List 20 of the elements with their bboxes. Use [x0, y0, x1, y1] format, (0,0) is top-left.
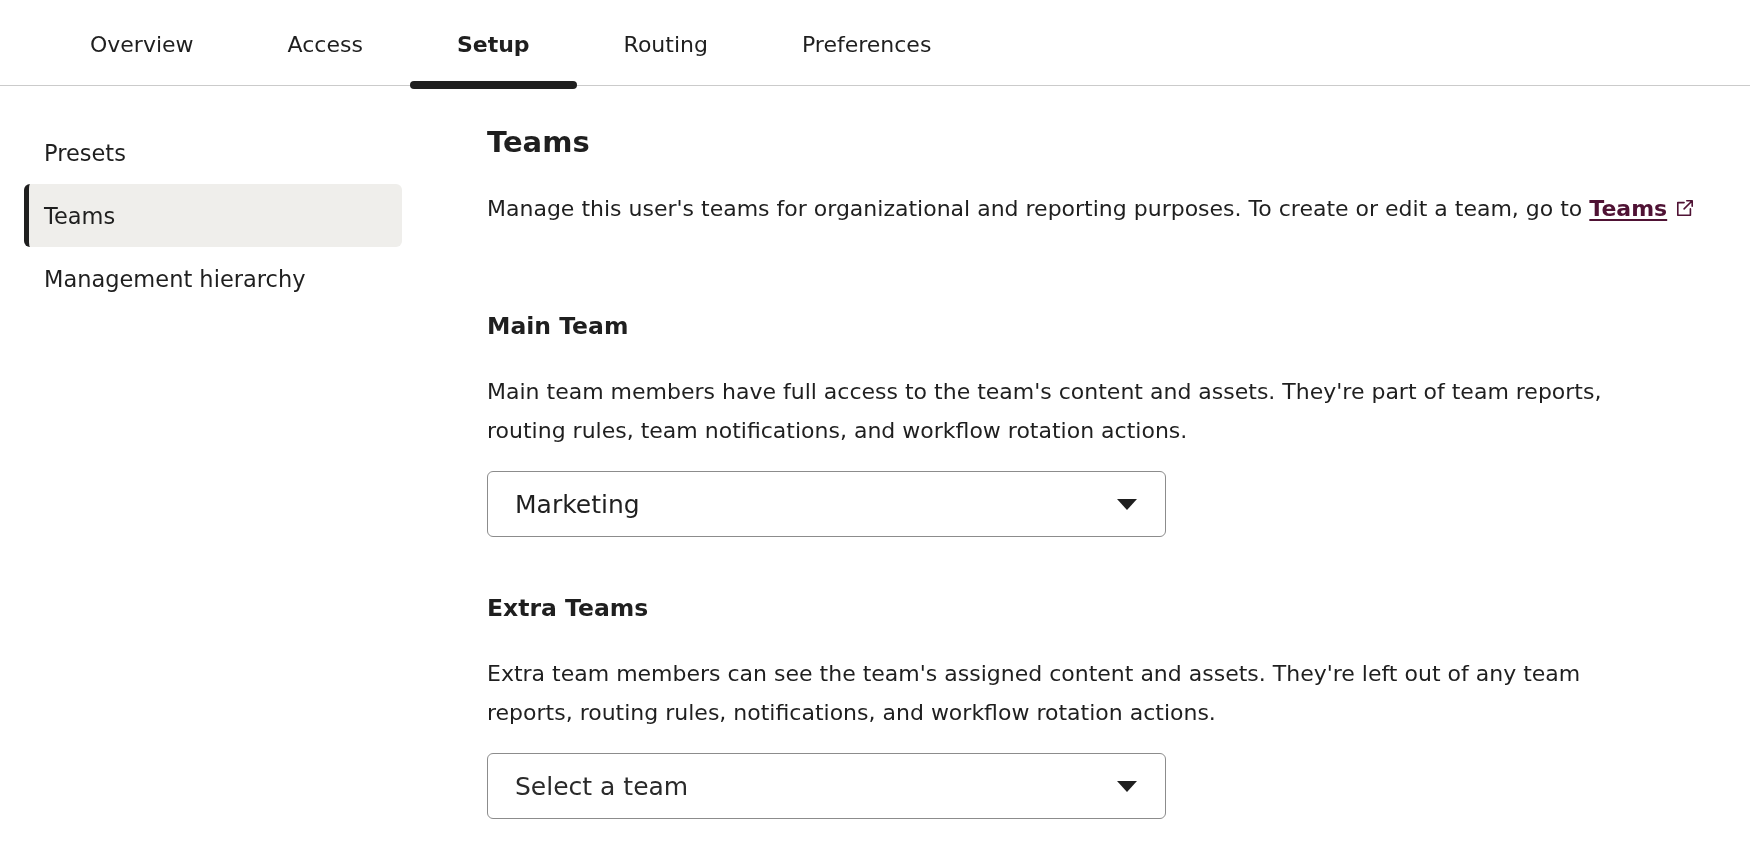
team-dropdown[interactable]: Marketing — [487, 471, 1166, 537]
tab[interactable]: Preferences — [754, 0, 979, 89]
section-description: Extra team members can see the team's assigned content and assets. They're left out of any team reports, routing rules, notifications, and workflow rotation actions. — [487, 660, 1582, 727]
page-description: Manage this user's teams for organizational and reporting purposes. To create or edit a team, go to Teams — [487, 190, 1750, 228]
sidebar-item[interactable]: Presets — [24, 121, 402, 184]
tab[interactable]: Overview — [43, 0, 241, 89]
caret-icon — [1117, 780, 1137, 792]
sidebar-item[interactable]: Management hierarchy — [24, 247, 402, 310]
caret-icon — [1117, 498, 1137, 510]
teams-link[interactable]: Teams — [1589, 196, 1695, 221]
tab[interactable]: Setup — [409, 0, 577, 89]
section-heading: Main Team — [487, 311, 630, 342]
team-dropdown[interactable]: Select a team — [487, 753, 1166, 819]
external-link-icon — [1676, 199, 1695, 217]
section-heading: Extra Teams — [487, 593, 650, 624]
page-title: Teams — [487, 124, 591, 161]
sidebar-item[interactable]: Teams — [24, 184, 402, 247]
tab[interactable]: Routing — [576, 0, 755, 89]
tab[interactable]: Access — [240, 0, 410, 89]
section-description: Main team members have full access to the team's content and assets. They're part of team reports, routing rules, team notifications, and workflow rotation actions. — [487, 378, 1603, 445]
